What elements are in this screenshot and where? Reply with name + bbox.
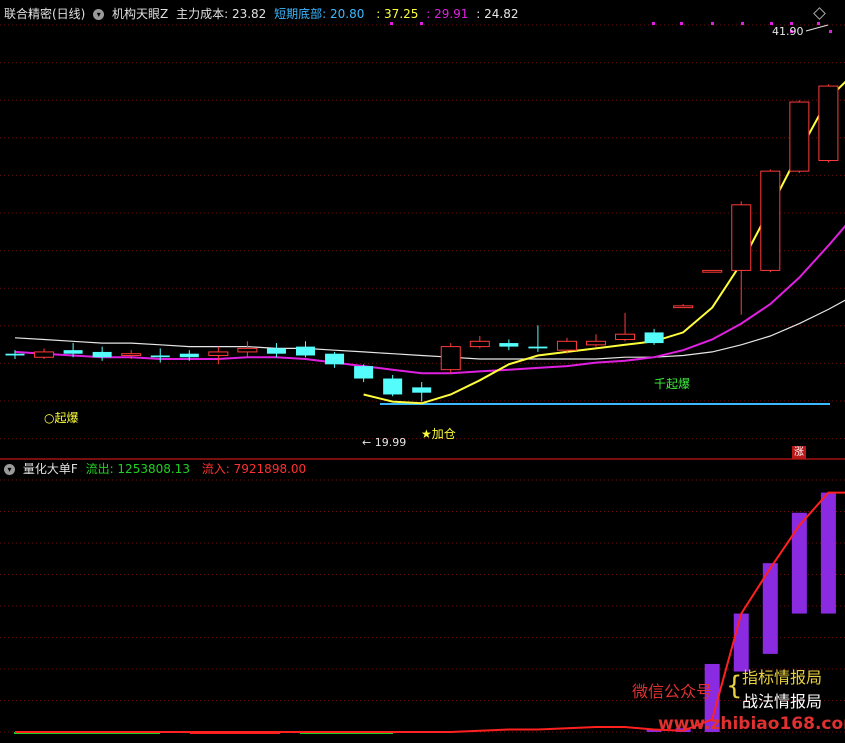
candle-body — [266, 348, 286, 354]
outflow-value: 1253808.13 — [117, 462, 190, 476]
volume-indicator-name[interactable]: 量化大单F — [23, 462, 78, 476]
inflow-value: 7921898.00 — [233, 462, 307, 476]
candle-body — [325, 353, 345, 365]
low-price-label: ← 19.99 — [362, 436, 406, 449]
inflow-label: 流入: — [201, 462, 234, 476]
volume-bar — [820, 492, 836, 614]
candle-body — [5, 353, 25, 356]
candle-body — [644, 332, 664, 344]
signal-dot — [652, 22, 655, 25]
candle-body — [92, 351, 112, 358]
candle-body — [528, 346, 548, 349]
candle-body — [63, 350, 83, 354]
price-chart-panel[interactable]: 41.90 ← 19.99 ○起爆 千起爆 ★加仓 — [0, 0, 845, 458]
indicator-menu-icon[interactable]: ▾ — [93, 9, 105, 20]
candle-body — [296, 346, 315, 356]
volume-bar — [791, 512, 807, 614]
candle-body — [179, 353, 199, 358]
indicator-name[interactable]: 机构天眼Z — [112, 7, 168, 21]
watermark-wechat: 微信公众号 — [632, 682, 713, 701]
bottom-header: ▾ 量化大单F 流出: 1253808.13 流入: 7921898.00 — [4, 462, 314, 476]
signal-dot — [680, 22, 683, 25]
main-cost-value: 23.82 — [231, 7, 267, 21]
chart-title: 联合精密(日线) — [4, 7, 86, 21]
signal-dot — [420, 22, 423, 25]
candle-body — [556, 340, 577, 351]
main-cost-label: 主力成本: — [176, 7, 232, 21]
candle-body — [673, 305, 694, 309]
price-chart-svg: 41.90 ← 19.99 ○起爆 千起爆 ★加仓 — [0, 22, 845, 449]
candle-body — [412, 387, 432, 393]
watermark-brace: { — [726, 671, 743, 701]
candle-body — [208, 351, 229, 356]
candle-body — [469, 340, 490, 348]
value-5: : 24.82 — [476, 7, 519, 21]
high-price-label: 41.90 — [772, 25, 804, 38]
candle-body — [34, 351, 55, 358]
volume-panel[interactable] — [0, 460, 845, 740]
volume-bar — [733, 613, 749, 672]
candle-body — [440, 346, 461, 371]
top-header: 联合精密(日线) ▾ 机构天眼Z 主力成本: 23.82 短期底部: 20.80… — [4, 7, 523, 21]
signal-dot — [711, 22, 714, 25]
candle-body — [615, 333, 636, 341]
signal-dot — [390, 22, 393, 25]
candle-body — [237, 347, 258, 353]
value-3: : 37.25 — [376, 7, 419, 21]
candle-body — [383, 378, 403, 395]
volume-indicator-menu-icon[interactable]: ▾ — [4, 464, 15, 475]
candle-body — [818, 85, 839, 162]
candle-body — [499, 343, 519, 347]
short-bottom-value: 20.80 — [330, 7, 365, 21]
magenta-ma-line — [14, 224, 845, 375]
signal-dot — [741, 22, 744, 25]
candle-body — [731, 204, 752, 271]
candle-body — [150, 355, 170, 358]
watermark-line2: 战法情报局 — [742, 692, 823, 711]
limit-up-badge: 涨 — [792, 446, 806, 459]
signal-dot — [817, 22, 820, 25]
candle-body — [702, 269, 723, 273]
qibao-right-label: 千起爆 — [654, 377, 690, 391]
signal-dot — [829, 30, 832, 33]
candle-body — [586, 340, 606, 346]
money-flow-line — [15, 491, 845, 733]
high-price-arrow — [805, 24, 829, 32]
qibao-left-label: ○起爆 — [44, 411, 78, 425]
volume-chart-svg — [0, 479, 845, 734]
value-4: : 29.91 — [426, 7, 469, 21]
candle-body — [789, 101, 810, 172]
short-bottom-label: 短期底部: — [274, 7, 330, 21]
candle-body — [121, 353, 142, 356]
candle-body — [354, 366, 374, 379]
watermark-url: www.zhibiao168.com — [658, 714, 845, 734]
watermark-line1: 指标情报局 — [742, 668, 823, 687]
candle-body — [760, 170, 781, 271]
outflow-label: 流出: — [85, 462, 118, 476]
jiacang-label: ★加仓 — [421, 427, 456, 441]
